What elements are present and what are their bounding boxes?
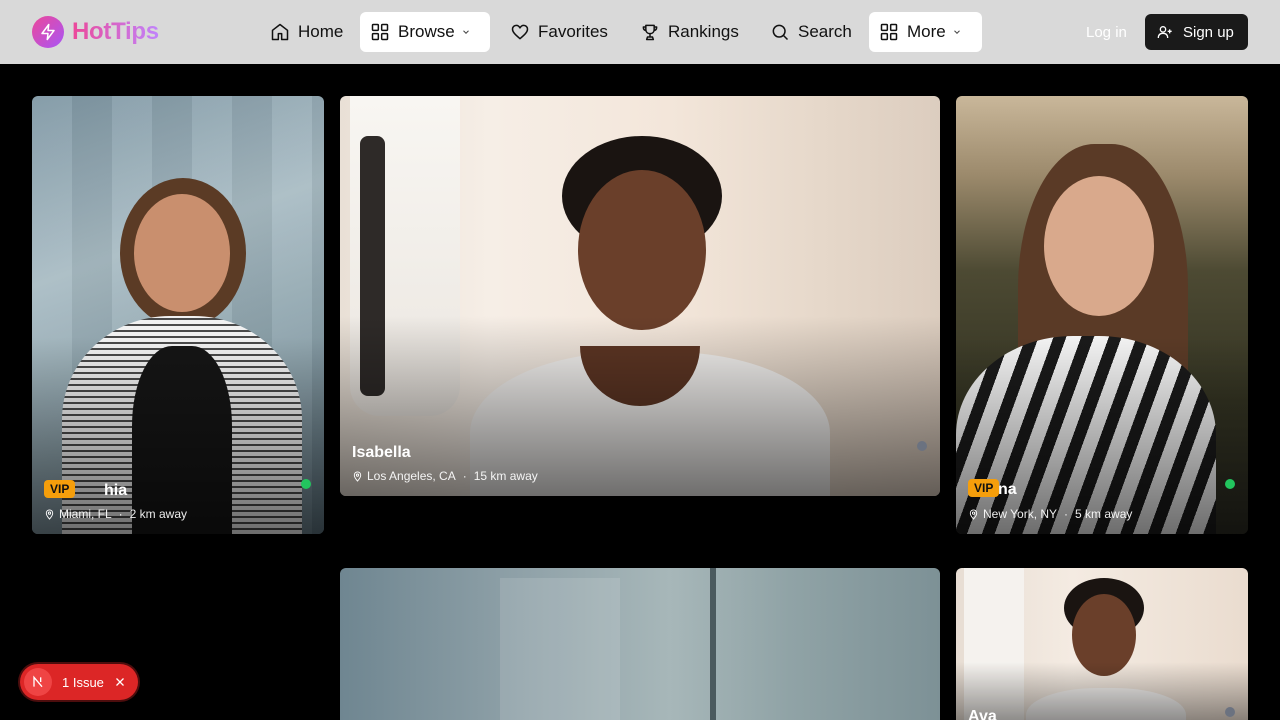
chevron-down-icon [953, 30, 960, 34]
nav-more[interactable]: More [869, 12, 982, 52]
signup-label: Sign up [1183, 23, 1234, 41]
signup-button[interactable]: Sign up [1145, 14, 1248, 50]
nav-search[interactable]: Search [760, 12, 862, 52]
profile-card[interactable]: Ava [956, 568, 1248, 720]
nav-browse-label: Browse [398, 22, 455, 41]
profile-card[interactable]: Isabella Los Angeles, CA · 15 km away [340, 96, 940, 496]
heart-icon [511, 24, 529, 40]
online-indicator [1225, 479, 1235, 489]
nextjs-icon [24, 668, 52, 696]
brand-name: HotTips [72, 18, 159, 45]
online-indicator [301, 479, 311, 489]
user-plus-icon [1157, 26, 1172, 39]
search-icon [772, 24, 789, 41]
offline-indicator [1225, 707, 1235, 717]
profile-name: na [998, 481, 1017, 498]
photo-overlay [956, 661, 1248, 720]
home-icon [271, 23, 289, 41]
nav-more-label: More [907, 22, 946, 41]
map-pin-icon [353, 471, 362, 482]
map-pin-icon [45, 509, 54, 520]
nav-favorites[interactable]: Favorites [500, 12, 618, 52]
profile-location: Miami, FL · 2 km away [44, 507, 187, 521]
offline-indicator [917, 441, 927, 451]
profile-name: Isabella [352, 444, 411, 461]
issue-count-label: 1 Issue [62, 674, 104, 690]
issues-indicator[interactable]: 1 Issue [20, 664, 138, 700]
nav-browse[interactable]: Browse [360, 12, 490, 52]
profile-name: hia [104, 482, 128, 499]
brand-logo[interactable]: HotTips [32, 16, 159, 48]
separator: · [1064, 507, 1069, 521]
location-text: Miami, FL [59, 507, 112, 521]
map-pin-icon [969, 509, 978, 520]
grid-icon [371, 23, 389, 41]
profile-location: Los Angeles, CA · 15 km away [352, 469, 538, 483]
login-link[interactable]: Log in [1086, 24, 1127, 41]
profile-name: Ava [968, 708, 997, 720]
grid-icon [880, 23, 898, 41]
photo-overlay [32, 336, 324, 534]
location-text: Los Angeles, CA [367, 469, 456, 483]
close-icon[interactable] [114, 676, 126, 688]
profile-card[interactable] [340, 568, 940, 720]
photo-overlay [956, 336, 1248, 534]
chevron-down-icon [462, 30, 469, 34]
profile-card[interactable]: na VIP New York, NY · 5 km away [956, 96, 1248, 534]
nav-rankings-label: Rankings [668, 22, 739, 41]
nav-search-label: Search [798, 22, 852, 41]
profile-card[interactable]: hia VIP Miami, FL · 2 km away [32, 96, 324, 534]
nav-rankings[interactable]: Rankings [630, 12, 749, 52]
separator: · [118, 507, 123, 521]
profile-location: New York, NY · 5 km away [968, 507, 1132, 521]
profile-photo [340, 568, 940, 720]
top-navbar: HotTips Home Browse Favorites Rankings S… [0, 0, 1280, 64]
nav-favorites-label: Favorites [538, 22, 608, 41]
distance-text: 15 km away [473, 469, 538, 483]
vip-badge: VIP [968, 479, 1000, 497]
nav-home-label: Home [298, 22, 344, 41]
separator: · [462, 469, 467, 483]
location-text: New York, NY [983, 507, 1058, 521]
bolt-icon [32, 16, 64, 48]
nav-home[interactable]: Home [260, 12, 353, 52]
trophy-icon [642, 24, 658, 41]
distance-text: 2 km away [129, 507, 188, 521]
distance-text: 5 km away [1075, 507, 1133, 521]
vip-badge: VIP [44, 480, 76, 498]
